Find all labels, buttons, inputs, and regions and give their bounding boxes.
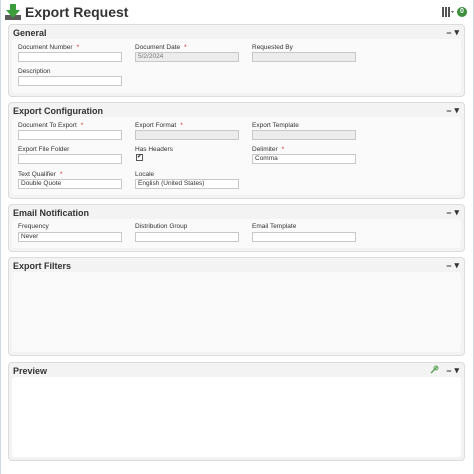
frequency-label: Frequency — [18, 223, 49, 230]
section-title-export-configuration: Export Configuration — [13, 106, 103, 116]
section-title-export-filters: Export Filters — [13, 261, 72, 271]
description-label: Description — [18, 68, 51, 75]
required-marker: * — [76, 44, 80, 51]
description-field[interactable] — [18, 76, 122, 86]
requested-by-label: Requested By — [252, 44, 293, 51]
section-email-notification: Email Notification − ▾ Frequency Never D… — [8, 204, 465, 252]
delimiter-label: Delimiter * — [252, 146, 284, 153]
locale-field[interactable]: English (United States) — [135, 179, 239, 189]
text-qualifier-label: Text Qualifier * — [18, 171, 62, 178]
dropdown-arrow-icon[interactable]: ▾ — [454, 105, 459, 116]
delimiter-field[interactable]: Comma — [252, 154, 356, 164]
frequency-field[interactable]: Never — [18, 232, 122, 242]
section-body-email-notification: Frequency Never Distribution Group Email… — [12, 219, 461, 248]
section-body-general: Document Number * Document Date * 5/2/2024… — [12, 39, 461, 93]
document-number-field[interactable] — [18, 52, 122, 62]
required-marker: * — [184, 44, 187, 51]
export-format-label-text: Export Format — [135, 122, 177, 129]
email-template-field[interactable] — [252, 232, 356, 242]
delimiter-label-text: Delimiter — [252, 146, 278, 153]
page-title: Export Request — [25, 4, 129, 20]
minus-icon[interactable]: − — [446, 366, 451, 376]
export-format-label: Export Format * — [135, 122, 183, 129]
section-general: General − ▾ Document Number * Document Da… — [8, 24, 465, 97]
section-export-configuration: Export Configuration − ▾ Document To Exp… — [8, 102, 465, 199]
document-to-export-field[interactable] — [18, 130, 122, 140]
minus-icon[interactable]: − — [446, 106, 451, 116]
locale-label: Locale — [135, 171, 155, 178]
dropdown-arrow-icon[interactable]: ▾ — [454, 27, 459, 38]
export-template-field[interactable] — [252, 130, 356, 140]
section-export-filters: Export Filters − ▾ — [8, 257, 465, 356]
section-body-export-configuration: Document To Export * Export Format * Expor… — [12, 117, 461, 195]
export-file-folder-field[interactable] — [18, 154, 122, 164]
columns-icon[interactable] — [442, 7, 454, 17]
document-date-label-text: Document Date — [135, 44, 181, 51]
distribution-group-field[interactable] — [135, 232, 239, 242]
export-arrow-icon — [5, 4, 21, 20]
section-title-general: General — [13, 28, 47, 38]
minus-icon[interactable]: − — [446, 28, 451, 38]
export-file-folder-label: Export File Folder — [18, 146, 70, 153]
info-badge-icon[interactable]: 0 — [457, 7, 467, 17]
minus-icon[interactable]: − — [446, 261, 451, 271]
text-qualifier-field[interactable]: Double Quote — [18, 179, 122, 189]
title-bar: Export Request 0 — [1, 0, 474, 24]
document-to-export-label-text: Document To Export — [18, 122, 77, 129]
requested-by-field[interactable] — [252, 52, 356, 62]
section-body-export-filters — [12, 272, 461, 352]
pin-icon[interactable] — [429, 365, 439, 375]
distribution-group-label: Distribution Group — [135, 223, 188, 230]
document-number-label: Document Number * — [18, 44, 79, 51]
has-headers-checkbox[interactable]: ✔ — [136, 154, 143, 161]
minus-icon[interactable]: − — [446, 208, 451, 218]
document-to-export-label: Document To Export * — [18, 122, 83, 129]
has-headers-label: Has Headers — [135, 146, 173, 153]
section-preview: Preview − ▾ — [8, 362, 465, 461]
section-title-email-notification: Email Notification — [13, 208, 90, 218]
dropdown-arrow-icon[interactable]: ▾ — [454, 207, 459, 218]
dropdown-arrow-icon[interactable]: ▾ — [454, 260, 459, 271]
email-template-label: Email Template — [252, 223, 297, 230]
export-template-label: Export Template — [252, 122, 299, 129]
document-date-label: Document Date * — [135, 44, 187, 51]
text-qualifier-label-text: Text Qualifier — [18, 171, 56, 178]
dropdown-arrow-icon[interactable]: ▾ — [454, 365, 459, 376]
section-body-preview — [12, 377, 461, 457]
document-date-field[interactable]: 5/2/2024 — [135, 52, 239, 62]
section-title-preview: Preview — [13, 366, 48, 376]
document-number-label-text: Document Number — [18, 44, 73, 51]
required-marker: * — [281, 146, 285, 153]
required-marker: * — [180, 122, 183, 129]
export-format-field[interactable] — [135, 130, 239, 140]
window-frame: Export Request 0 General − ▾ Document Nu… — [0, 0, 474, 474]
required-marker: * — [80, 122, 84, 129]
required-marker: * — [59, 171, 63, 178]
